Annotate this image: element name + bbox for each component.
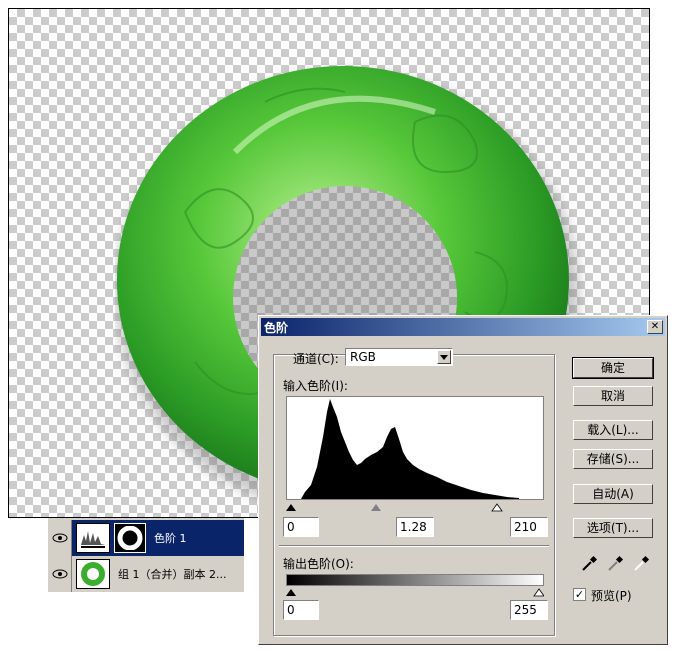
output-slider-track[interactable] [286,587,544,597]
channel-label: 通道(C): [293,352,339,366]
dialog-title: 色阶 [264,320,289,335]
histogram-graph [301,399,519,499]
channel-select[interactable]: RGB [345,348,453,366]
preview-checkbox[interactable]: ✓ [573,588,586,601]
input-gamma-field[interactable]: 1.28 [396,517,434,537]
layers-panel: 色阶 1 组 1（合并）副本 2... [48,518,244,592]
load-button[interactable]: 载入(L)... [573,420,653,440]
levels-dialog: 色阶 ✕ 通道(C): RGB 输入色阶(I): 0 1.28 210 输出色阶… [258,315,668,645]
save-button[interactable]: 存储(S)... [573,449,653,469]
auto-button[interactable]: 自动(A) [573,484,653,504]
output-black-field[interactable]: 0 [283,600,319,620]
levels-adjustment-icon [76,523,110,553]
black-eyedropper-icon[interactable] [579,554,599,574]
layer-name: 组 1（合并）副本 2... [118,568,227,581]
white-point-slider [491,503,503,512]
gray-eyedropper-icon[interactable] [605,554,625,574]
layer-levels[interactable]: 色阶 1 [48,520,244,556]
layer-name: 色阶 1 [154,532,187,545]
ok-button[interactable]: 确定 [572,357,654,379]
output-levels-label: 输出色阶(O): [283,557,354,571]
divider [279,545,549,547]
visibility-eye-icon[interactable] [48,556,72,592]
ring-mask-icon[interactable] [114,523,146,553]
output-gradient-bar [286,574,544,586]
cancel-button[interactable]: 取消 [573,386,653,406]
input-slider-track[interactable] [286,502,544,512]
layer-group-copy[interactable]: 组 1（合并）副本 2... [48,556,244,592]
dialog-titlebar[interactable]: 色阶 ✕ [261,318,665,336]
black-point-slider [286,504,296,511]
close-button[interactable]: ✕ [647,320,663,334]
chevron-down-icon[interactable] [437,350,451,364]
histogram [286,396,544,500]
options-button[interactable]: 选项(T)... [573,518,653,538]
preview-label: 预览(P) [591,589,632,603]
white-eyedropper-icon[interactable] [631,554,651,574]
gamma-slider [371,504,381,511]
input-white-field[interactable]: 210 [510,517,548,537]
jade-ring-thumbnail [76,559,110,589]
visibility-eye-icon[interactable] [48,520,72,556]
channel-value: RGB [350,350,376,364]
input-black-field[interactable]: 0 [283,517,319,537]
output-white-field[interactable]: 255 [510,600,548,620]
input-levels-label: 输入色阶(I): [283,379,348,393]
